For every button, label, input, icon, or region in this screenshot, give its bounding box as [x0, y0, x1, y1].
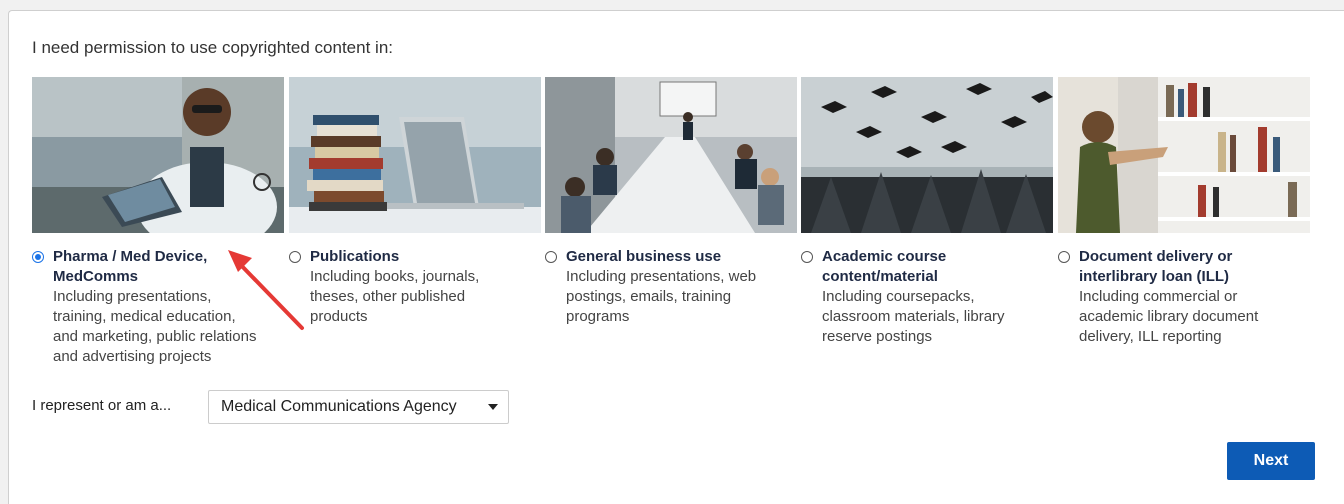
academic-radio[interactable]	[801, 251, 813, 263]
business-meeting-photo[interactable]	[545, 77, 797, 233]
annotation-arrow-icon	[228, 250, 304, 330]
page-heading: I need permission to use copyrighted con…	[32, 38, 393, 57]
option-title: Academic course	[822, 248, 947, 265]
option-desc: theses, other published	[310, 288, 466, 305]
option-desc: Including books, journals,	[310, 268, 480, 285]
organization-type-select[interactable]: Medical Communications Agency	[208, 390, 509, 424]
pharma-radio[interactable]	[32, 251, 44, 263]
document-delivery-radio[interactable]	[1058, 251, 1070, 263]
library-shelves-photo[interactable]	[1058, 77, 1310, 233]
option-desc: delivery, ILL reporting	[1079, 328, 1222, 345]
option-title: Document delivery or	[1079, 248, 1233, 265]
option-desc: classroom materials, library	[822, 308, 1005, 325]
option-academic[interactable]: Academic course content/material Includi…	[801, 77, 1053, 347]
graduation-caps-photo[interactable]	[801, 77, 1053, 233]
option-title: content/material	[822, 268, 938, 285]
next-button[interactable]: Next	[1227, 442, 1315, 480]
represent-label: I represent or am a...	[32, 397, 172, 414]
doctor-with-tablet-photo[interactable]	[32, 77, 284, 233]
option-title: interlibrary loan (ILL)	[1079, 268, 1230, 285]
option-desc: Including presentations, web	[566, 268, 757, 285]
option-desc: and advertising projects	[53, 348, 212, 365]
caret-down-icon	[488, 404, 498, 410]
option-desc: Including coursepacks,	[822, 288, 975, 305]
option-desc: products	[310, 308, 368, 325]
option-title: Publications	[310, 248, 400, 265]
option-title: General business use	[566, 248, 722, 265]
option-desc: postings, emails, training	[566, 288, 732, 305]
books-and-laptop-photo[interactable]	[289, 77, 541, 233]
option-document-delivery[interactable]: Document delivery or interlibrary loan (…	[1058, 77, 1310, 347]
option-desc: programs	[566, 308, 630, 325]
option-general-business[interactable]: General business use Including presentat…	[545, 77, 797, 327]
general-business-radio[interactable]	[545, 251, 557, 263]
option-desc: reserve postings	[822, 328, 933, 345]
select-value: Medical Communications Agency	[221, 398, 457, 415]
option-desc: academic library document	[1079, 308, 1259, 325]
option-desc: Including commercial or	[1079, 288, 1238, 305]
option-publications[interactable]: Publications Including books, journals, …	[289, 77, 541, 327]
